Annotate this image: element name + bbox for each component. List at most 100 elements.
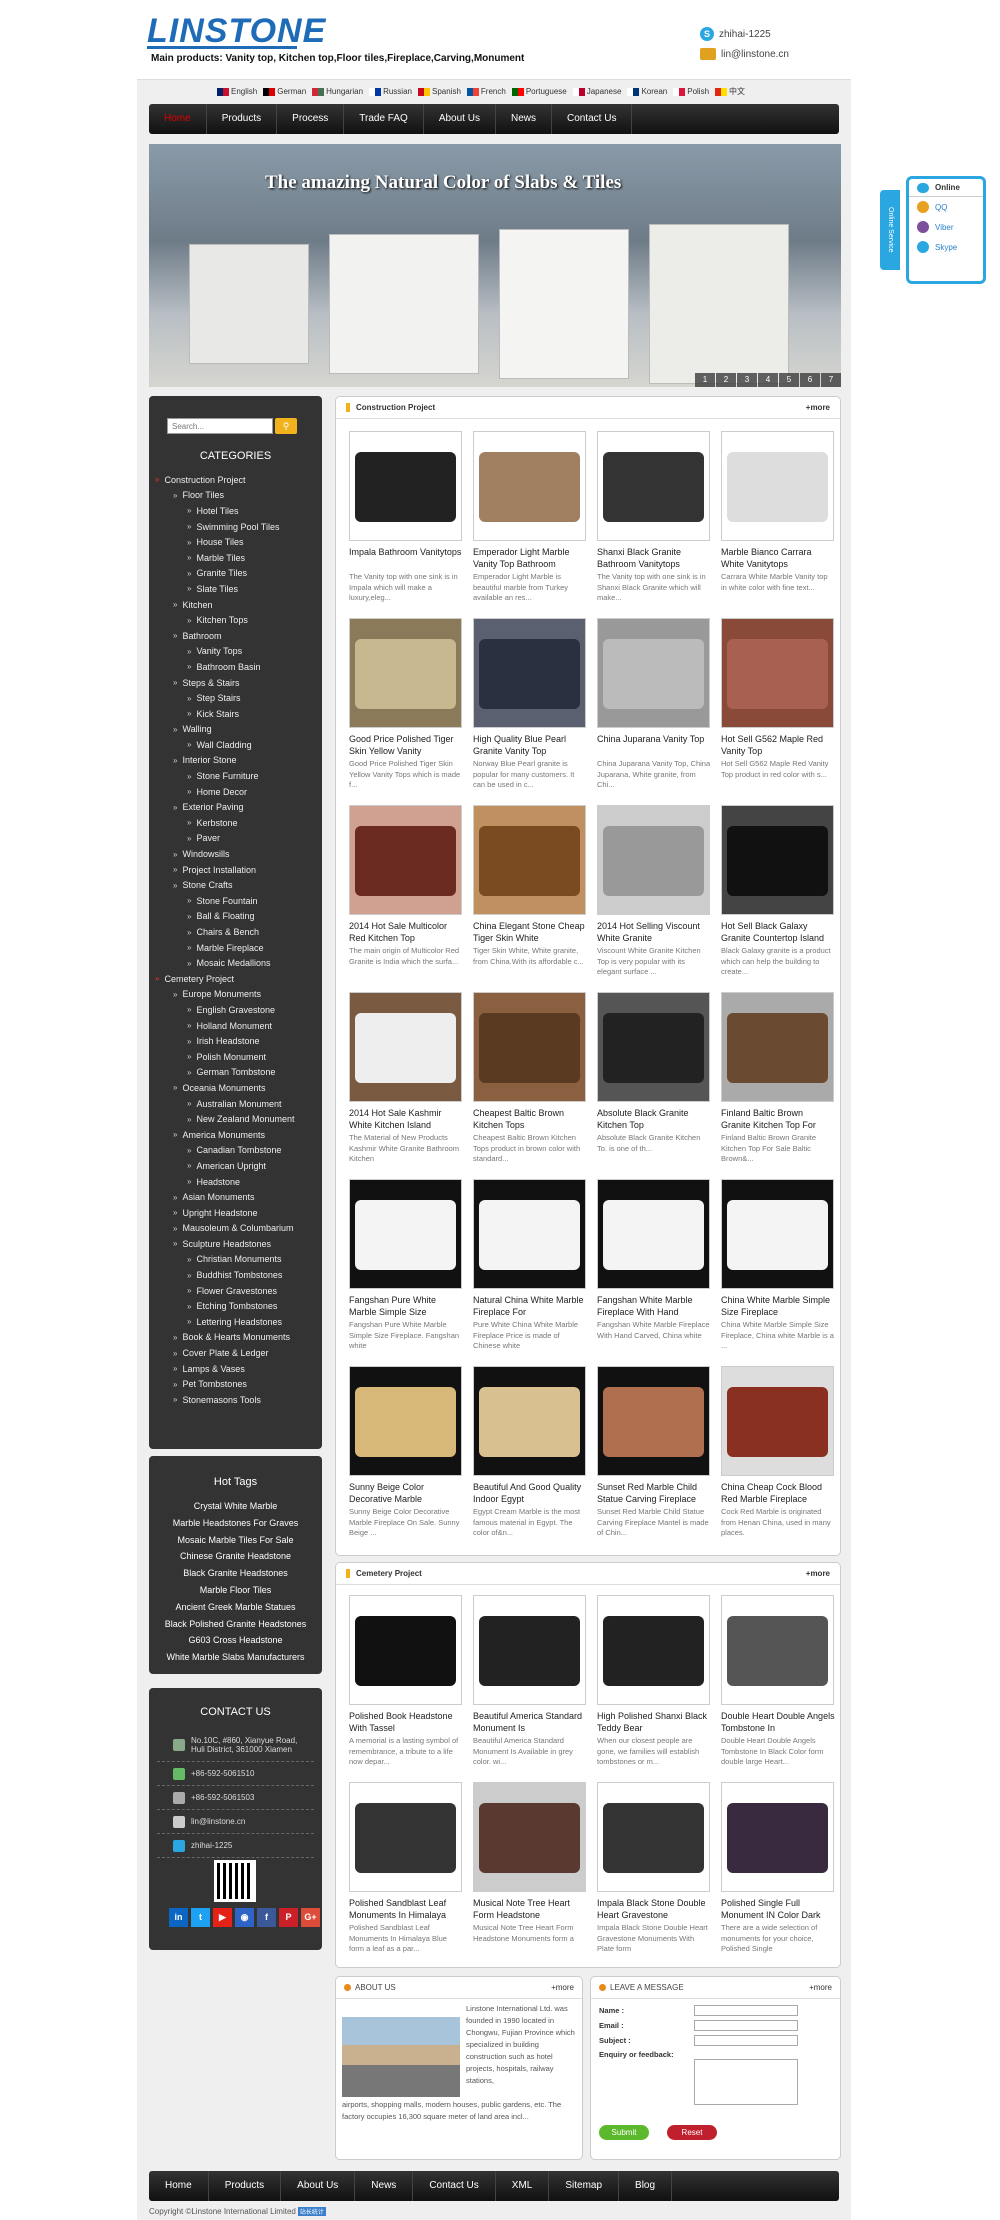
category-item[interactable]: » Polish Monument (155, 1049, 320, 1065)
product-thumbnail[interactable] (597, 1366, 710, 1476)
product-name[interactable]: Impala Bathroom Vanitytops (349, 547, 463, 570)
category-item[interactable]: » Granite Tiles (155, 566, 320, 582)
product-name[interactable]: China White Marble Simple Size Fireplace (721, 1295, 835, 1318)
hot-tag-link[interactable]: Mosaic Marble Tiles For Sale (149, 1532, 322, 1549)
category-item[interactable]: » Canadian Tombstone (155, 1143, 320, 1159)
social-icon[interactable]: ▶ (213, 1908, 232, 1927)
product-thumbnail[interactable] (473, 1366, 586, 1476)
category-item[interactable]: » Stone Furniture (155, 768, 320, 784)
banner-page-dot[interactable]: 7 (821, 373, 841, 387)
product-name[interactable]: 2014 Hot Sale Kashmir White Kitchen Isla… (349, 1108, 463, 1131)
nav-item-news[interactable]: News (496, 104, 552, 134)
banner-page-dot[interactable]: 4 (758, 373, 778, 387)
product-name[interactable]: Hot Sell Black Galaxy Granite Countertop… (721, 921, 835, 944)
product-name[interactable]: Sunny Beige Color Decorative Marble (349, 1482, 463, 1505)
product-card[interactable]: Beautiful And Good Quality Indoor Egypt E… (468, 1362, 592, 1549)
banner-page-dot[interactable]: 3 (737, 373, 757, 387)
category-item[interactable]: » Vanity Tops (155, 644, 320, 660)
footer-nav-item[interactable]: Products (209, 2171, 282, 2201)
product-thumbnail[interactable] (473, 992, 586, 1102)
hot-tag-link[interactable]: Black Granite Headstones (149, 1565, 322, 1582)
footer-nav-item[interactable]: Home (149, 2171, 209, 2201)
nav-item-home[interactable]: Home (149, 104, 207, 134)
product-card[interactable]: Emperador Light Marble Vanity Top Bathro… (468, 427, 592, 614)
category-item[interactable]: » Holland Monument (155, 1018, 320, 1034)
category-item[interactable]: » Christian Monuments (155, 1252, 320, 1268)
product-thumbnail[interactable] (597, 618, 710, 728)
category-item[interactable]: » Stone Fountain (155, 893, 320, 909)
product-name[interactable]: High Quality Blue Pearl Granite Vanity T… (473, 734, 587, 757)
product-thumbnail[interactable] (349, 1782, 462, 1892)
banner-page-dot[interactable]: 6 (800, 373, 820, 387)
search-button[interactable]: ⚲ (275, 418, 297, 434)
product-thumbnail[interactable] (349, 1179, 462, 1289)
product-thumbnail[interactable] (473, 1179, 586, 1289)
category-item[interactable]: » Cemetery Project (155, 971, 320, 987)
social-icon[interactable]: t (191, 1908, 210, 1927)
category-item[interactable]: » Interior Stone (155, 753, 320, 769)
stats-badge[interactable]: 站长统计 (297, 2207, 326, 2216)
language-link[interactable]: French (466, 86, 506, 97)
category-item[interactable]: » Bathroom Basin (155, 659, 320, 675)
product-card[interactable]: China Juparana Vanity Top China Juparana … (592, 614, 716, 801)
product-card[interactable]: China Cheap Cock Blood Red Marble Firepl… (716, 1362, 840, 1549)
product-thumbnail[interactable] (721, 1782, 834, 1892)
social-icon[interactable]: G+ (301, 1908, 320, 1927)
product-card[interactable]: 2014 Hot Sale Multicolor Red Kitchen Top… (344, 801, 468, 988)
product-name[interactable]: Cheapest Baltic Brown Kitchen Tops (473, 1108, 587, 1131)
hot-tag-link[interactable]: White Marble Slabs Manufacturers (149, 1649, 322, 1666)
product-card[interactable]: Hot Sell Black Galaxy Granite Countertop… (716, 801, 840, 988)
social-icon[interactable]: P (279, 1908, 298, 1927)
product-name[interactable]: 2014 Hot Sale Multicolor Red Kitchen Top (349, 921, 463, 944)
category-item[interactable]: » German Tombstone (155, 1065, 320, 1081)
product-thumbnail[interactable] (597, 1782, 710, 1892)
product-card[interactable]: High Polished Shanxi Black Teddy Bear Whe… (592, 1591, 716, 1778)
social-icon[interactable]: f (257, 1908, 276, 1927)
subject-field[interactable] (694, 2035, 798, 2046)
product-name[interactable]: Shanxi Black Granite Bathroom Vanitytops (597, 547, 711, 570)
category-item[interactable]: » Marble Fireplace (155, 940, 320, 956)
product-thumbnail[interactable] (597, 992, 710, 1102)
nav-item-process[interactable]: Process (277, 104, 345, 134)
product-name[interactable]: Beautiful America Standard Monument Is (473, 1711, 587, 1734)
category-item[interactable]: » Stone Crafts (155, 877, 320, 893)
product-card[interactable]: Polished Sandblast Leaf Monuments In Him… (344, 1778, 468, 1965)
product-thumbnail[interactable] (349, 805, 462, 915)
language-link[interactable]: 中文 (715, 86, 745, 97)
product-thumbnail[interactable] (721, 1595, 834, 1705)
product-name[interactable]: Polished Single Full Monument IN Color D… (721, 1898, 835, 1921)
nav-item-trade-faq[interactable]: Trade FAQ (344, 104, 424, 134)
language-link[interactable]: English (217, 86, 257, 97)
enquiry-field[interactable] (694, 2059, 798, 2105)
category-item[interactable]: » Swimming Pool Tiles (155, 519, 320, 535)
product-card[interactable]: Musical Note Tree Heart Form Headstone Mu… (468, 1778, 592, 1965)
product-name[interactable]: Good Price Polished Tiger Skin Yellow Va… (349, 734, 463, 757)
language-link[interactable]: Korean (627, 86, 667, 97)
product-thumbnail[interactable] (597, 1179, 710, 1289)
contact-skype[interactable]: zhihai-1225 (191, 1841, 232, 1850)
category-item[interactable]: » Marble Tiles (155, 550, 320, 566)
product-card[interactable]: Cheapest Baltic Brown Kitchen Tops Cheape… (468, 988, 592, 1175)
product-thumbnail[interactable] (721, 805, 834, 915)
product-thumbnail[interactable] (473, 618, 586, 728)
product-thumbnail[interactable] (473, 431, 586, 541)
product-thumbnail[interactable] (597, 805, 710, 915)
footer-nav-item[interactable]: Contact Us (413, 2171, 496, 2201)
product-card[interactable]: Fangshan White Marble Fireplace With Han… (592, 1175, 716, 1362)
category-item[interactable]: » American Upright (155, 1158, 320, 1174)
product-thumbnail[interactable] (721, 431, 834, 541)
footer-nav-item[interactable]: Sitemap (549, 2171, 620, 2201)
product-name[interactable]: Polished Sandblast Leaf Monuments In Him… (349, 1898, 463, 1921)
name-field[interactable] (694, 2005, 798, 2016)
product-name[interactable]: High Polished Shanxi Black Teddy Bear (597, 1711, 711, 1734)
product-card[interactable]: Marble Bianco Carrara White Vanitytops Ca… (716, 427, 840, 614)
product-thumbnail[interactable] (721, 1366, 834, 1476)
product-name[interactable]: Musical Note Tree Heart Form Headstone (473, 1898, 587, 1921)
product-name[interactable]: Sunset Red Marble Child Statue Carving F… (597, 1482, 711, 1505)
hot-tag-link[interactable]: Chinese Granite Headstone (149, 1548, 322, 1565)
nav-item-products[interactable]: Products (207, 104, 278, 134)
product-thumbnail[interactable] (721, 618, 834, 728)
product-name[interactable]: China Cheap Cock Blood Red Marble Firepl… (721, 1482, 835, 1505)
category-item[interactable]: » Chairs & Bench (155, 924, 320, 940)
footer-nav-item[interactable]: Blog (619, 2171, 673, 2201)
